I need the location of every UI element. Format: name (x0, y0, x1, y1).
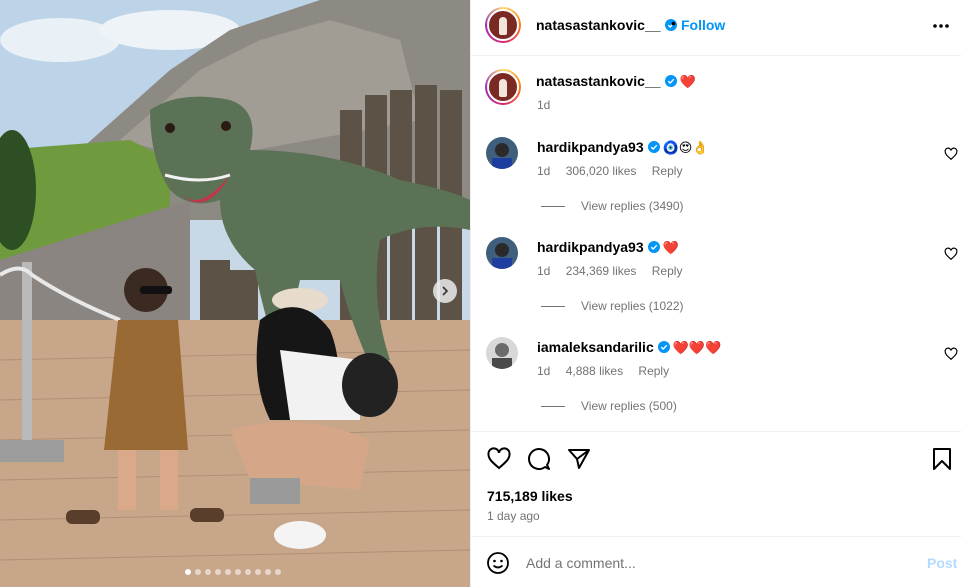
commenter-avatar[interactable] (486, 237, 518, 269)
comment-meta: 1d 234,369 likes Reply (537, 264, 694, 278)
verified-badge-icon (664, 75, 677, 87)
carousel-dot (205, 569, 211, 575)
bookmark-save-icon[interactable] (929, 446, 955, 472)
caption-username[interactable]: natasastankovic__ ❤️ (536, 73, 696, 90)
verified-badge-icon (657, 341, 670, 353)
reply-button[interactable]: Reply (638, 364, 669, 378)
comment-item: iamaleksandarilic ❤️❤️❤️ 1d 4,888 likes R… (471, 337, 961, 431)
comment-heart-icon[interactable] (944, 247, 958, 261)
comment-likes[interactable]: 306,020 likes (566, 164, 637, 178)
comment-bubble-icon[interactable] (526, 446, 552, 472)
reply-button[interactable]: Reply (652, 264, 683, 278)
comment-item: hardikpandya93 🧿😍👌 1d 306,020 likes Reply… (471, 137, 961, 237)
view-replies-text: View replies (1022) (581, 299, 684, 313)
post-image (0, 0, 470, 587)
carousel-dot (185, 569, 191, 575)
caption-avatar[interactable] (485, 69, 521, 105)
caption-emoji: ❤️ (679, 75, 696, 90)
carousel-dot (195, 569, 201, 575)
comment-time: 1d (537, 164, 551, 178)
view-replies-text: View replies (500) (581, 399, 677, 413)
comment-meta: 1d 306,020 likes Reply (537, 164, 694, 178)
post-timestamp: 1 day ago (487, 509, 540, 523)
comment-text: ❤️ (662, 241, 679, 256)
carousel-dot (245, 569, 251, 575)
share-send-icon[interactable] (566, 446, 592, 472)
more-options-icon[interactable] (931, 16, 951, 36)
view-replies-button[interactable]: View replies (1022) (541, 299, 684, 313)
verified-badge-icon (647, 241, 660, 253)
carousel-dot (255, 569, 261, 575)
post-sidebar: natasastankovic__ • Follow natasastankov… (470, 0, 961, 587)
comment-likes[interactable]: 234,369 likes (566, 264, 637, 278)
comment-username[interactable]: hardikpandya93 🧿😍👌 (537, 139, 709, 156)
carousel-dot (265, 569, 271, 575)
comment-text: ❤️❤️❤️ (672, 341, 722, 356)
add-comment-bar: Post (471, 536, 961, 587)
comment-username-text: iamaleksandarilic (537, 339, 654, 355)
caption-username-text: natasastankovic__ (536, 73, 661, 89)
caption-timestamp: 1d (537, 98, 551, 112)
post-actions: 715,189 likes 1 day ago (471, 431, 961, 535)
view-replies-button[interactable]: View replies (3490) (541, 199, 684, 213)
carousel-indicator (185, 569, 281, 575)
verified-badge-icon (647, 141, 660, 153)
commenter-avatar[interactable] (486, 337, 518, 369)
carousel-dot (215, 569, 221, 575)
emoji-smile-icon[interactable] (486, 551, 510, 575)
carousel-next-button[interactable] (433, 279, 457, 303)
header-separator: • (671, 15, 676, 31)
view-replies-button[interactable]: View replies (500) (541, 399, 677, 413)
comment-time: 1d (537, 364, 551, 378)
comment-time: 1d (537, 264, 551, 278)
view-replies-line (541, 306, 565, 308)
author-username-text: natasastankovic__ (536, 17, 661, 33)
post-comment-button[interactable]: Post (927, 555, 957, 571)
carousel-dot (235, 569, 241, 575)
post-photo[interactable] (0, 0, 470, 587)
like-heart-icon[interactable] (486, 446, 512, 472)
follow-button[interactable]: Follow (681, 17, 725, 33)
author-avatar[interactable] (485, 7, 521, 43)
view-replies-line (541, 406, 565, 408)
chevron-right-icon (442, 286, 449, 296)
comment-meta: 1d 4,888 likes Reply (537, 364, 681, 378)
post-header: natasastankovic__ • Follow (471, 0, 961, 56)
comment-username[interactable]: hardikpandya93 ❤️ (537, 239, 679, 256)
likes-count[interactable]: 715,189 likes (487, 488, 573, 504)
comment-input[interactable] (526, 552, 906, 574)
commenter-avatar[interactable] (486, 137, 518, 169)
author-username[interactable]: natasastankovic__ (536, 17, 677, 33)
carousel-dot (225, 569, 231, 575)
comment-heart-icon[interactable] (944, 147, 958, 161)
comment-username[interactable]: iamaleksandarilic ❤️❤️❤️ (537, 339, 721, 356)
comment-item: hardikpandya93 ❤️ 1d 234,369 likes Reply … (471, 237, 961, 337)
comments-section[interactable]: natasastankovic__ ❤️ 1d hardikpandya93 🧿😍👌… (471, 57, 961, 431)
view-replies-line (541, 206, 565, 208)
view-replies-text: View replies (3490) (581, 199, 684, 213)
reply-button[interactable]: Reply (652, 164, 683, 178)
carousel-dot (275, 569, 281, 575)
comment-text: 🧿😍👌 (662, 141, 709, 156)
comment-likes[interactable]: 4,888 likes (566, 364, 623, 378)
comment-heart-icon[interactable] (944, 347, 958, 361)
comment-username-text: hardikpandya93 (537, 139, 644, 155)
comment-username-text: hardikpandya93 (537, 239, 644, 255)
